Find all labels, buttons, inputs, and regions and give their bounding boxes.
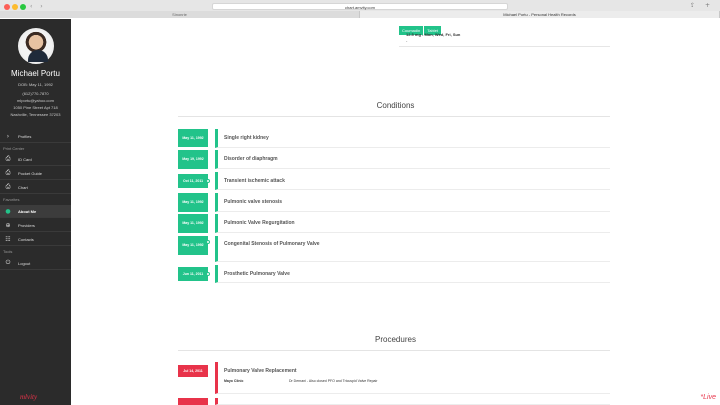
zoom-window-icon[interactable] bbox=[20, 4, 26, 10]
user-address-line2: Nashville, Tennessee 37203 bbox=[10, 112, 61, 117]
section-divider bbox=[178, 350, 610, 351]
sidebar-item-label: ID Card bbox=[18, 156, 32, 162]
date-tag: May 11, 1992 bbox=[178, 193, 208, 212]
condition-label: Prosthetic Pulmonary Valve bbox=[224, 271, 290, 277]
browser-tab-active[interactable]: Michael Portu - Personal Health Records bbox=[360, 11, 720, 18]
list-item[interactable]: Jun 11, 2011 Prosthetic Pulmonary Valve bbox=[178, 265, 610, 283]
condition-label: Pulmonic Valve Regurgitation bbox=[224, 220, 295, 226]
browser-tab[interactable]: Sinonrie bbox=[0, 11, 360, 18]
user-phone: (612)770-7870 bbox=[22, 91, 49, 96]
condition-label: Congenital Stenosis of Pulmonary Valve bbox=[224, 241, 320, 247]
live-badge: *Live bbox=[700, 394, 716, 401]
avatar bbox=[18, 28, 54, 64]
list-item[interactable]: May 11, 1992 Congenital Stenosis of Pulm… bbox=[178, 236, 610, 262]
section-title-procedures: Procedures bbox=[375, 335, 416, 344]
divider bbox=[399, 46, 610, 47]
list-item[interactable]: Jul 14, 2011 Pulmonary Valve Replacement… bbox=[178, 362, 610, 394]
section-tools: Tools bbox=[3, 249, 13, 254]
sidebar-item-contacts[interactable]: ☷ Contacts bbox=[0, 233, 71, 246]
power-icon: ⏻ bbox=[5, 259, 11, 266]
sidebar-item-label: About Me bbox=[18, 208, 37, 214]
user-email: mlportu@yahoo.com bbox=[17, 98, 54, 103]
sidebar-item-id-card[interactable]: ⎙ ID Card bbox=[0, 153, 71, 166]
list-item[interactable]: May 11, 1992 Single right kidney bbox=[178, 129, 610, 148]
sidebar-item-label: Providers bbox=[18, 222, 35, 228]
main-content: Coumadin Tablet bbox=[71, 19, 720, 405]
close-window-icon[interactable] bbox=[4, 4, 10, 10]
printer-icon: ⎙ bbox=[5, 155, 11, 162]
medication-dash: - bbox=[406, 38, 408, 43]
back-forward-icon[interactable]: ‹ › bbox=[30, 3, 46, 10]
procedure-facility: Mayo Clinic bbox=[224, 379, 244, 383]
date-tag: Oct 11, 2011 bbox=[178, 174, 208, 188]
share-icon[interactable]: ⇪ + bbox=[690, 2, 714, 9]
condition-card bbox=[215, 129, 610, 148]
date-tag: May 11, 1992 bbox=[178, 236, 208, 255]
printer-icon: ⎙ bbox=[5, 183, 11, 190]
date-tag: Jul 14, 2011 bbox=[178, 365, 208, 377]
chevron-right-icon: › bbox=[6, 132, 10, 140]
date-tag: Jun 11, 2011 bbox=[178, 267, 208, 281]
medication-dosage: 12.5 mg - Mon, Wed, Fri, Sun bbox=[406, 32, 461, 37]
sidebar-item-pocket-guide[interactable]: ⎙ Pocket Guide bbox=[0, 167, 71, 180]
plus-circle-icon: ⊕ bbox=[5, 221, 11, 229]
sidebar-item-profiles[interactable]: › Profiles bbox=[0, 130, 71, 143]
printer-icon: ⎙ bbox=[5, 169, 11, 176]
sidebar-item-label: Profiles bbox=[18, 133, 32, 139]
user-name: Michael Portu bbox=[11, 69, 60, 78]
date-tag: May 11, 1992 bbox=[178, 214, 208, 233]
condition-label: Single right kidney bbox=[224, 135, 269, 141]
condition-label: Transient ischemic attack bbox=[224, 178, 285, 184]
section-favorites: Favorites bbox=[3, 197, 20, 202]
condition-card bbox=[215, 236, 610, 262]
section-title-conditions: Conditions bbox=[376, 101, 415, 110]
date-tag: May 19, 1992 bbox=[178, 150, 208, 169]
condition-label: Disorder of diaphragm bbox=[224, 156, 278, 162]
group-icon: ☷ bbox=[5, 235, 11, 243]
brand-logo: mlvity bbox=[20, 393, 38, 401]
timeline-dot bbox=[206, 272, 210, 276]
sidebar-item-label: Chart bbox=[18, 184, 28, 190]
list-item[interactable]: Oct 11, 2011 Transient ischemic attack bbox=[178, 172, 610, 190]
sidebar-item-logout[interactable]: ⏻ Logout bbox=[0, 257, 71, 270]
timeline-dot bbox=[206, 179, 210, 183]
section-divider bbox=[178, 116, 610, 117]
minimize-window-icon[interactable] bbox=[12, 4, 18, 10]
url-bar[interactable]: chart.amvity.com bbox=[212, 3, 508, 10]
list-item[interactable]: May 11, 1992 Pulmonic Valve Regurgitatio… bbox=[178, 214, 610, 233]
person-icon: ● bbox=[5, 207, 11, 215]
user-dob: DOB: May 11, 1992 bbox=[18, 82, 53, 87]
condition-label: Pulmonic valve stenosis bbox=[224, 199, 283, 205]
procedure-card bbox=[215, 398, 610, 405]
procedure-label: Pulmonary Valve Replacement bbox=[224, 368, 297, 374]
list-item[interactable]: May 19, 1992 Disorder of diaphragm bbox=[178, 150, 610, 169]
sidebar-item-label: Pocket Guide bbox=[18, 170, 43, 176]
sidebar-item-about-me[interactable]: ● About Me bbox=[0, 205, 71, 218]
list-item[interactable] bbox=[178, 398, 610, 405]
user-address-line1: 1050 Pine Street Apt 718 bbox=[13, 105, 58, 110]
procedure-note: Dr Dernani - Also closed PFO and Tricusp… bbox=[289, 379, 378, 383]
sidebar-item-label: Contacts bbox=[18, 236, 34, 242]
sidebar-item-chart[interactable]: ⎙ Chart bbox=[0, 181, 71, 194]
timeline-dot bbox=[206, 240, 210, 244]
sidebar: Michael Portu DOB: May 11, 1992 (612)770… bbox=[0, 19, 71, 405]
list-item[interactable]: May 11, 1992 Pulmonic valve stenosis bbox=[178, 193, 610, 212]
sidebar-item-providers[interactable]: ⊕ Providers bbox=[0, 219, 71, 232]
date-tag: May 11, 1992 bbox=[178, 129, 208, 147]
date-tag bbox=[178, 398, 208, 405]
sidebar-item-label: Logout bbox=[18, 260, 31, 266]
browser-toolbar: ‹ › chart.amvity.com ⇪ + Sinonrie Michae… bbox=[0, 0, 720, 18]
procedure-card bbox=[215, 362, 610, 394]
section-print-center: Print Center bbox=[3, 146, 25, 151]
